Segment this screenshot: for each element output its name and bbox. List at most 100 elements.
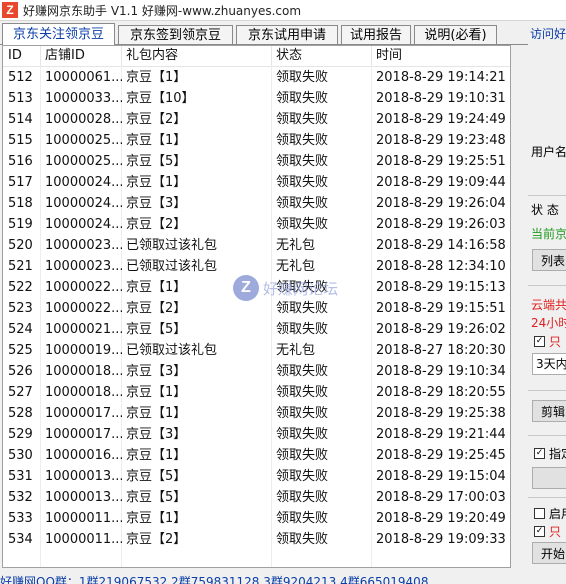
watermark-logo-icon: Z (233, 275, 259, 301)
cell-shop-id: 10000033... (45, 91, 122, 106)
table-row[interactable]: 515 10000025... 京豆【1】 领取失败 2018-8-29 19:23:4… (3, 130, 510, 151)
table-row[interactable]: 527 10000018... 京豆【1】 领取失败 2018-8-29 18:20:5… (3, 382, 510, 403)
cell-shop-id: 10000011... (45, 511, 122, 526)
table-row[interactable]: 518 10000024... 京豆【3】 领取失败 2018-8-29 19:26:0… (3, 193, 510, 214)
cell-time: 2018-8-29 14:16:58 (376, 238, 506, 253)
table-row[interactable]: 529 10000017... 京豆【3】 领取失败 2018-8-29 19:21:4… (3, 424, 510, 445)
cell-shop-id: 10000017... (45, 427, 122, 442)
cell-id: 521 (8, 259, 33, 274)
table-row[interactable]: 526 10000018... 京豆【3】 领取失败 2018-8-29 19:10:3… (3, 361, 510, 382)
action-button[interactable] (532, 467, 566, 489)
cell-status: 领取失败 (276, 301, 329, 316)
table-row[interactable]: 513 10000033... 京豆【10】 领取失败 2018-8-29 19:10:… (3, 88, 510, 109)
only-checkbox-2[interactable]: ✓ 只 (534, 523, 561, 540)
cell-shop-id: 10000061... (45, 70, 122, 85)
tab-follow-jd[interactable]: 京东关注领京豆 (2, 23, 115, 45)
tab-trial-apply[interactable]: 京东试用申请 (236, 25, 338, 44)
table-row[interactable]: 531 10000013... 京豆【5】 领取失败 2018-8-29 19:15:0… (3, 466, 510, 487)
gift-list-table[interactable]: ID 店铺ID 礼包内容 状态 时间 512 10000061... 京豆【1】 领取… (2, 45, 511, 568)
cell-time: 2018-8-29 19:09:33 (376, 532, 506, 547)
cell-status: 领取失败 (276, 385, 329, 400)
tab-instructions[interactable]: 说明(必看) (414, 25, 497, 44)
cell-status: 领取失败 (276, 217, 329, 232)
cell-gift: 京豆【2】 (126, 217, 187, 232)
cut-button[interactable]: 剪辑 (532, 400, 566, 422)
table-row[interactable]: 524 10000021... 京豆【5】 领取失败 2018-8-29 19:26:0… (3, 319, 510, 340)
cell-id: 519 (8, 217, 33, 232)
separator (528, 195, 566, 196)
table-row[interactable]: 523 10000022... 京豆【2】 领取失败 2018-8-29 19:15:5… (3, 298, 510, 319)
cell-gift: 京豆【2】 (126, 301, 187, 316)
title-bar: Z 好赚网京东助手 V1.1 好赚网-www.zhuanyes.com (0, 0, 566, 21)
checkbox-checked-icon[interactable]: ✓ (534, 526, 545, 537)
cell-shop-id: 10000024... (45, 217, 122, 232)
cell-time: 2018-8-29 18:20:55 (376, 385, 506, 400)
table-row[interactable]: 533 10000011... 京豆【1】 领取失败 2018-8-29 19:20:4… (3, 508, 510, 529)
cell-shop-id: 10000013... (45, 490, 122, 505)
separator (528, 390, 566, 391)
cell-id: 529 (8, 427, 33, 442)
cell-id: 526 (8, 364, 33, 379)
column-header-time[interactable]: 时间 (372, 46, 510, 66)
cell-gift: 京豆【3】 (126, 427, 187, 442)
table-row[interactable]: 519 10000024... 京豆【2】 领取失败 2018-8-29 19:26:0… (3, 214, 510, 235)
cell-status: 领取失败 (276, 448, 329, 463)
cell-status: 领取失败 (276, 91, 329, 106)
table-row[interactable]: 532 10000013... 京豆【5】 领取失败 2018-8-29 17:00:0… (3, 487, 510, 508)
cell-time: 2018-8-29 19:26:02 (376, 322, 506, 337)
table-row[interactable]: 512 10000061... 京豆【1】 领取失败 2018-8-29 19:14:2… (3, 67, 510, 88)
cell-gift: 京豆【1】 (126, 448, 187, 463)
cell-id: 531 (8, 469, 33, 484)
enable-checkbox[interactable]: 启用 (534, 505, 566, 522)
cell-id: 532 (8, 490, 33, 505)
checkbox-checked-icon[interactable]: ✓ (534, 336, 545, 347)
watermark-text: 好赚网论坛 (263, 279, 339, 298)
cell-time: 2018-8-29 19:09:44 (376, 175, 506, 190)
cell-shop-id: 10000024... (45, 196, 122, 211)
table-row[interactable]: 528 10000017... 京豆【1】 领取失败 2018-8-29 19:25:3… (3, 403, 510, 424)
checkbox-checked-icon[interactable]: ✓ (534, 448, 545, 459)
cell-time: 2018-8-29 19:15:13 (376, 280, 506, 295)
cell-id: 523 (8, 301, 33, 316)
cell-shop-id: 10000011... (45, 532, 122, 547)
table-row[interactable]: 520 10000023... 已领取过该礼包 无礼包 2018-8-29 14:16:… (3, 235, 510, 256)
current-text: 当前京 (531, 227, 566, 241)
table-row[interactable]: 516 10000025... 京豆【5】 领取失败 2018-8-29 19:25:5… (3, 151, 510, 172)
table-row[interactable]: 530 10000016... 京豆【1】 领取失败 2018-8-29 19:25:4… (3, 445, 510, 466)
table-row[interactable]: 514 10000028... 京豆【2】 领取失败 2018-8-29 19:24:4… (3, 109, 510, 130)
tab-signin-jd[interactable]: 京东签到领京豆 (118, 25, 233, 44)
cell-time: 2018-8-29 19:10:34 (376, 364, 506, 379)
cell-status: 领取失败 (276, 322, 329, 337)
cell-gift: 已领取过该礼包 (126, 343, 218, 358)
table-row[interactable]: 521 10000023... 已领取过该礼包 无礼包 2018-8-28 12:34:… (3, 256, 510, 277)
only-checkbox[interactable]: ✓ 只 (534, 333, 561, 350)
cell-status: 领取失败 (276, 532, 329, 547)
cell-time: 2018-8-29 19:15:04 (376, 469, 506, 484)
table-row[interactable]: 534 10000011... 京豆【2】 领取失败 2018-8-29 19:09:3… (3, 529, 510, 550)
cell-id: 527 (8, 385, 33, 400)
column-header-status[interactable]: 状态 (272, 46, 372, 66)
list-button[interactable]: 列表 (532, 249, 566, 271)
visit-site-link[interactable]: 访问好 (530, 25, 566, 42)
table-row[interactable]: 525 10000019... 已领取过该礼包 无礼包 2018-8-27 18:20:… (3, 340, 510, 361)
watermark: Z 好赚网论坛 (233, 275, 338, 301)
cell-gift: 京豆【1】 (126, 133, 187, 148)
cell-status: 领取失败 (276, 490, 329, 505)
cell-status: 领取失败 (276, 364, 329, 379)
specify-checkbox[interactable]: ✓ 指定 (534, 445, 566, 462)
start-button[interactable]: 开始 (532, 542, 566, 564)
days-select[interactable]: 3天内 (532, 353, 566, 375)
separator (528, 497, 566, 498)
column-header-shop-id[interactable]: 店铺ID (41, 46, 122, 66)
cell-shop-id: 10000021... (45, 322, 122, 337)
column-header-gift[interactable]: 礼包内容 (122, 46, 272, 66)
cell-id: 525 (8, 343, 33, 358)
enable-checkbox-label: 启用 (549, 507, 566, 521)
cell-id: 533 (8, 511, 33, 526)
cell-shop-id: 10000025... (45, 154, 122, 169)
checkbox-unchecked-icon[interactable] (534, 508, 545, 519)
column-header-id[interactable]: ID (3, 46, 41, 66)
tab-trial-report[interactable]: 试用报告 (341, 25, 411, 44)
cell-status: 领取失败 (276, 133, 329, 148)
table-row[interactable]: 517 10000024... 京豆【1】 领取失败 2018-8-29 19:09:4… (3, 172, 510, 193)
